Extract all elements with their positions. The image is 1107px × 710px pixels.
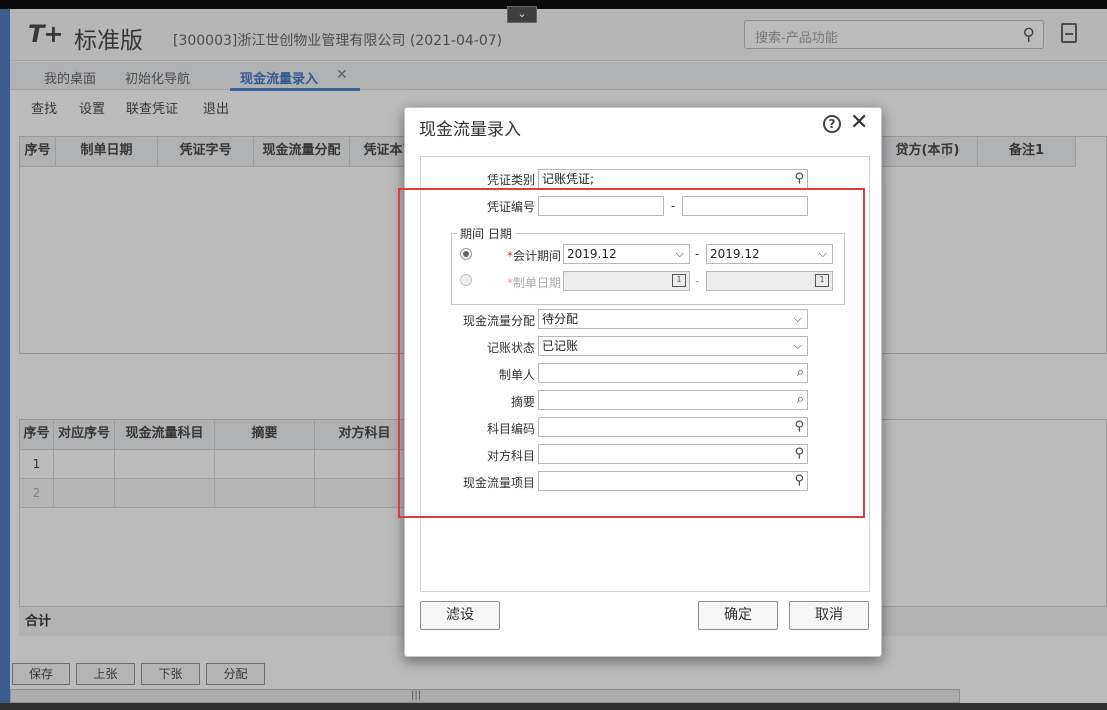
filter-settings-button[interactable]: 滤设 — [420, 601, 500, 630]
lookup-icon[interactable]: ⚲ — [794, 171, 804, 187]
ok-button[interactable]: 确定 — [698, 601, 778, 630]
voucher-type-value: 记账凭证; — [542, 172, 595, 186]
dialog-title: 现金流量录入 — [419, 120, 521, 140]
cancel-button[interactable]: 取消 — [789, 601, 869, 630]
help-icon[interactable]: ? — [823, 115, 841, 133]
top-strip — [0, 0, 1107, 9]
voucher-type-label: 凭证类别 — [486, 173, 535, 187]
close-icon[interactable]: ✕ — [850, 110, 868, 135]
voucher-type-field[interactable]: 记账凭证; ⚲ — [538, 169, 808, 189]
collapse-handle[interactable]: ⌄ — [507, 6, 537, 23]
annotation-highlight-box — [398, 188, 865, 518]
